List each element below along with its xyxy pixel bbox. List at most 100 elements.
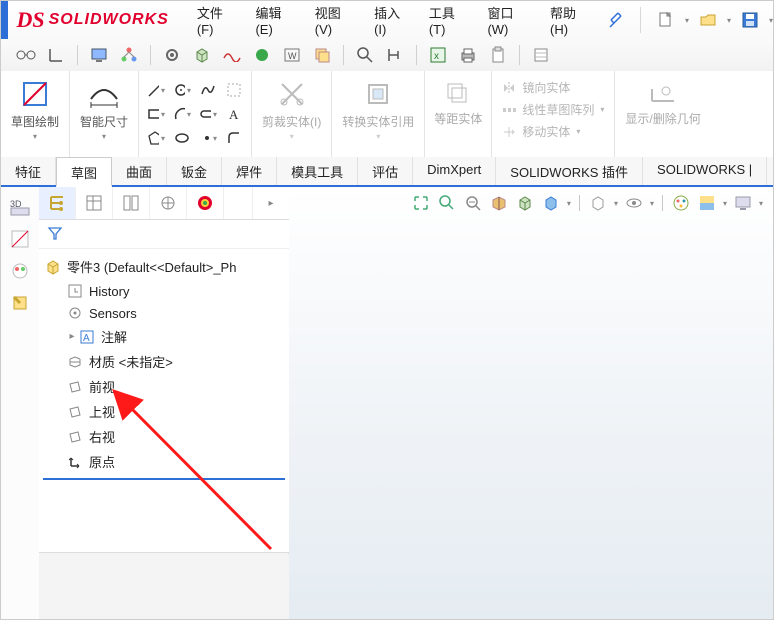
convert-group[interactable]: 转换实体引用 ▾: [332, 71, 425, 157]
smart-dimension-group[interactable]: 智能尺寸 ▾: [70, 71, 139, 157]
linear-pattern[interactable]: 线性草图阵列 ▾: [502, 101, 604, 118]
render-tab-icon[interactable]: [187, 187, 224, 219]
green-dot-icon[interactable]: [251, 44, 273, 66]
sheet-icon[interactable]: [530, 44, 552, 66]
view-3d-icon[interactable]: 3D: [8, 195, 32, 219]
open-document-icon[interactable]: [699, 11, 717, 29]
panel-dropdown-icon[interactable]: ▸: [252, 187, 289, 219]
new-dropdown-icon[interactable]: ▾: [685, 16, 689, 25]
viewport-settings-icon[interactable]: [733, 193, 753, 213]
glasses-icon[interactable]: [15, 44, 37, 66]
tab-dimxpert[interactable]: DimXpert: [413, 157, 496, 185]
open-dropdown-icon[interactable]: ▾: [727, 16, 731, 25]
slot-tool-icon[interactable]: [199, 105, 217, 123]
section-view-icon[interactable]: [489, 193, 509, 213]
convert-dropdown-icon[interactable]: ▾: [376, 132, 380, 141]
tab-sw-extra[interactable]: SOLIDWORKS |: [643, 157, 767, 185]
text-frame-icon[interactable]: W: [281, 44, 303, 66]
tree-root-part[interactable]: 零件3 (Default<<Default>_Ph: [43, 253, 285, 280]
tree-origin[interactable]: 原点: [43, 449, 285, 474]
offset-group[interactable]: 等距实体: [425, 71, 492, 157]
stack-icon[interactable]: [311, 44, 333, 66]
trim-dropdown-icon[interactable]: ▾: [290, 132, 294, 141]
view-orient-icon[interactable]: [515, 193, 535, 213]
point-tool-icon[interactable]: [199, 129, 217, 147]
rect-tool-icon[interactable]: [147, 105, 165, 123]
tree-material[interactable]: 材质 <未指定>: [43, 349, 285, 374]
tree-history[interactable]: History: [43, 280, 285, 302]
show-hide-group[interactable]: 显示/删除几何: [615, 71, 710, 157]
decal-icon[interactable]: [8, 291, 32, 315]
clipboard-icon[interactable]: [487, 44, 509, 66]
feature-tree-tab-icon[interactable]: [39, 187, 76, 219]
line-tool-icon[interactable]: [147, 81, 165, 99]
text-tool-icon[interactable]: A: [225, 105, 243, 123]
annotations-caret-icon[interactable]: ▸: [67, 331, 77, 342]
display-style-icon[interactable]: [541, 193, 561, 213]
angle-icon[interactable]: [45, 44, 67, 66]
tab-sheetmetal[interactable]: 钣金: [167, 157, 222, 185]
appearances-icon[interactable]: [671, 193, 691, 213]
tab-sketch[interactable]: 草图: [56, 157, 112, 187]
save-dropdown-icon[interactable]: ▾: [769, 16, 773, 25]
move-entities[interactable]: 移动实体 ▾: [502, 123, 604, 140]
smart-dim-dropdown-icon[interactable]: ▾: [102, 132, 106, 141]
sketch-palette-icon[interactable]: [8, 227, 32, 251]
linear-pattern-dropdown-icon[interactable]: ▾: [600, 105, 604, 114]
viewport-settings-dropdown-icon[interactable]: ▾: [759, 199, 763, 208]
sketch-draw-group[interactable]: 草图绘制 ▾: [1, 71, 70, 157]
hide-show-icon[interactable]: [588, 193, 608, 213]
arc-tool-icon[interactable]: [173, 105, 191, 123]
scene-dropdown-icon[interactable]: ▾: [650, 199, 654, 208]
cube-icon[interactable]: [191, 44, 213, 66]
tab-mold[interactable]: 模具工具: [277, 157, 358, 185]
tab-surface[interactable]: 曲面: [112, 157, 167, 185]
graphics-viewport[interactable]: ▾ ▾ ▾ ▾ ▾: [289, 187, 773, 619]
caliper-icon[interactable]: [384, 44, 406, 66]
circle-tool-icon[interactable]: [173, 81, 191, 99]
filter-icon[interactable]: [47, 225, 63, 244]
wave-icon[interactable]: [221, 44, 243, 66]
qat-separator: [640, 7, 641, 33]
tab-feature[interactable]: 特征: [1, 157, 56, 185]
trim-group[interactable]: 剪裁实体(I) ▾: [252, 71, 332, 157]
tab-weldment[interactable]: 焊件: [222, 157, 277, 185]
edit-scene-dropdown-icon[interactable]: ▾: [723, 199, 727, 208]
hide-show-dropdown-icon[interactable]: ▾: [614, 199, 618, 208]
prev-view-icon[interactable]: [463, 193, 483, 213]
move-dropdown-icon[interactable]: ▾: [576, 127, 580, 136]
spline-tool-icon[interactable]: [199, 81, 217, 99]
config-tab-icon[interactable]: [113, 187, 150, 219]
tab-sw-addins[interactable]: SOLIDWORKS 插件: [496, 157, 643, 185]
network-icon[interactable]: [118, 44, 140, 66]
search-icon[interactable]: [354, 44, 376, 66]
excel-icon[interactable]: x: [427, 44, 449, 66]
tree-sensors[interactable]: Sensors: [43, 302, 285, 324]
screen-icon[interactable]: [88, 44, 110, 66]
sketch-draw-dropdown-icon[interactable]: ▾: [33, 132, 37, 141]
display-style-dropdown-icon[interactable]: ▾: [567, 199, 571, 208]
fillet-tool-icon[interactable]: [225, 129, 243, 147]
tree-front-plane[interactable]: 前视: [43, 374, 285, 399]
dimxpert-tab-icon[interactable]: [150, 187, 187, 219]
new-document-icon[interactable]: [657, 11, 675, 29]
tree-annotations[interactable]: ▸ A 注解: [43, 324, 285, 349]
appearance-icon[interactable]: [8, 259, 32, 283]
tab-evaluate[interactable]: 评估: [358, 157, 413, 185]
tree-top-plane[interactable]: 上视: [43, 399, 285, 424]
zoom-area-icon[interactable]: [437, 193, 457, 213]
mirror-entities[interactable]: 镜向实体: [502, 79, 604, 96]
pin-icon[interactable]: [608, 12, 624, 28]
edit-scene-icon[interactable]: [697, 193, 717, 213]
tree-right-plane[interactable]: 右视: [43, 424, 285, 449]
ellipse-tool-icon[interactable]: [173, 129, 191, 147]
save-icon[interactable]: [741, 11, 759, 29]
gear-icon[interactable]: [161, 44, 183, 66]
print-icon[interactable]: [457, 44, 479, 66]
zoom-fit-icon[interactable]: [411, 193, 431, 213]
polygon-tool-icon[interactable]: [147, 129, 165, 147]
scene-icon[interactable]: [624, 193, 644, 213]
heads-up-view-toolbar: ▾ ▾ ▾ ▾ ▾: [411, 193, 763, 213]
rect-dashed-icon[interactable]: [225, 81, 243, 99]
property-tab-icon[interactable]: [76, 187, 113, 219]
